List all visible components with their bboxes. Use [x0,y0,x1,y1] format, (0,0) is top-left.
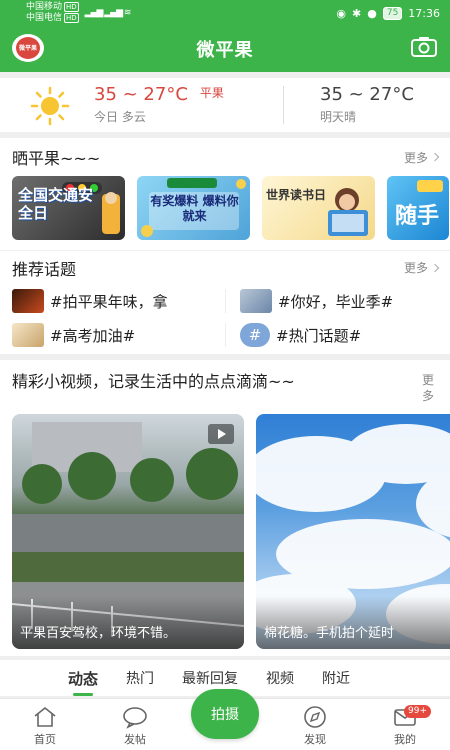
hashtag-icon: # [240,323,270,347]
videos-section: 精彩小视频，记录生活中的点点滴滴~~ 更多 平果百安驾校，环境不错。 棉花糖。手… [0,360,450,656]
signal-icon: ▂▄▆ ▂▄▆ ≋ [84,8,132,18]
weather-today: 35 ~ 27°C 平果 今日 多云 [94,84,224,125]
tomorrow-description: 明天晴 [320,110,357,124]
video-caption: 平果百安驾校，环境不错。 [12,596,244,649]
notification-badge: 99+ [404,705,431,718]
topic-item[interactable]: #拍平果年味，拿 [0,289,225,313]
app-logo[interactable]: 微平果 [12,34,44,62]
tab-nearby[interactable]: 附近 [322,668,350,688]
battery-icon: 75 [382,6,403,20]
videos-title: 精彩小视频，记录生活中的点点滴滴~~ [12,372,295,391]
location-icon: ● [367,6,377,20]
topic-thumbnail [12,289,44,313]
carrier-1: 中国移动 HD [26,2,79,12]
videos-more-button[interactable]: 更多 [418,372,438,410]
nav-post[interactable]: 发帖 [105,705,165,747]
banner-prize-report[interactable]: 有奖爆料 爆料你就来 [137,176,250,240]
bottom-navigation: 首页 发帖 拍摄 发现 我的 99+ [0,689,450,750]
tab-hot[interactable]: 热门 [126,668,154,688]
nav-discover[interactable]: 发现 [285,705,345,747]
topic-item[interactable]: # #热门话题# [225,323,450,347]
today-description: 今日 多云 [94,110,146,124]
shoot-button[interactable]: 拍摄 [191,689,259,739]
topics-more-button[interactable]: 更多 [404,259,440,276]
video-card[interactable]: 平果百安驾校，环境不错。 [12,414,244,649]
topics-title: 推荐话题 [12,259,77,279]
chat-bubble-icon [123,707,147,729]
nav-mine[interactable]: 我的 99+ [375,705,435,747]
tab-dynamic[interactable]: 动态 [68,668,98,696]
photos-title: 晒平果~~~ [12,149,101,168]
app-header: 微平果 微平果 [0,26,450,72]
banner-traffic-safety[interactable]: 全国交通安全日 [12,176,125,240]
video-card[interactable]: 棉花糖。手机拍个延时 [256,414,450,649]
tab-latest-reply[interactable]: 最新回复 [182,668,238,688]
today-temperature: 35 ~ 27°C [94,84,188,105]
weather-city: 平果 [199,86,224,100]
nav-home[interactable]: 首页 [15,705,75,747]
weather-tomorrow: 35 ~ 27°C 明天晴 [320,84,414,125]
topics-section: 推荐话题 更多 #拍平果年味，拿 #你好，毕业季# #高考加油# # #热门话题… [0,250,450,354]
reading-image [328,188,368,236]
weather-divider [283,86,284,124]
topic-thumbnail [12,323,44,347]
camera-icon[interactable] [410,35,438,59]
home-icon [34,706,56,727]
sun-icon [30,86,70,126]
video-icon [208,424,234,444]
banner-world-book-day[interactable]: 世界读书日 [262,176,375,240]
tab-video[interactable]: 视频 [266,668,294,688]
top-bar: 中国移动 HD 中国电信 HD ▂▄▆ ▂▄▆ ≋ ◉ ✱ ● 75 17:36 微… [0,0,450,72]
topic-item[interactable]: #你好，毕业季# [225,289,450,313]
page-title: 微平果 [196,40,254,61]
banner-casual-snap[interactable]: 随手 [387,176,449,240]
bluetooth-icon: ✱ [352,6,362,20]
topic-thumbnail [240,289,272,313]
carrier-2: 中国电信 HD [26,13,79,23]
chevron-right-icon [430,263,440,272]
topic-item[interactable]: #高考加油# [0,323,225,347]
compass-icon [304,706,326,728]
app-screen: 中国移动 HD 中国电信 HD ▂▄▆ ▂▄▆ ≋ ◉ ✱ ● 75 17:36 微… [0,0,450,750]
eye-icon: ◉ [336,6,347,20]
photos-more-button[interactable]: 更多 [404,149,440,166]
video-caption: 棉花糖。手机拍个延时 [256,596,450,649]
status-bar: 中国移动 HD 中国电信 HD ▂▄▆ ▂▄▆ ≋ ◉ ✱ ● 75 17:36 [0,0,450,26]
weather-panel[interactable]: 35 ~ 27°C 平果 今日 多云 35 ~ 27°C 明天晴 [0,78,450,132]
clock: 17:36 [408,6,440,20]
photos-section: 晒平果~~~ 更多 全国交通安全日 有奖爆料 爆料你就来 世界读书日 随手 [0,138,450,250]
chevron-right-icon [430,152,440,162]
tomorrow-temperature: 35 ~ 27°C [320,84,414,105]
